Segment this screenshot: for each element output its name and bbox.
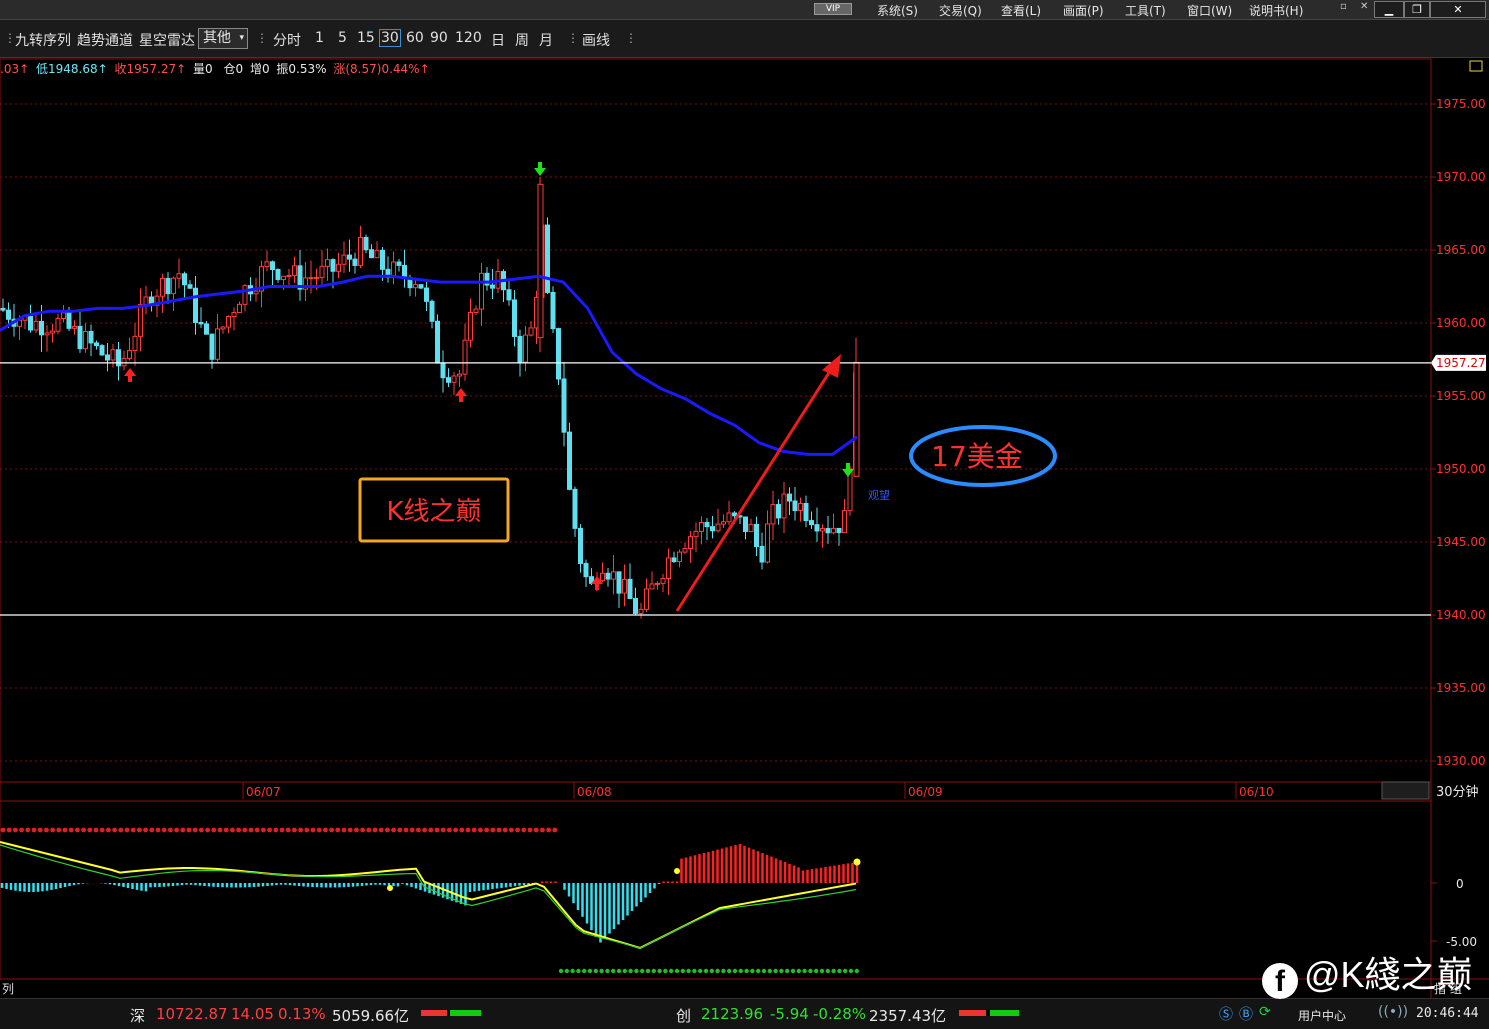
watermark: f @K綫之巅	[1262, 946, 1473, 999]
axis-toggle-icon[interactable]	[1469, 60, 1483, 72]
oval-text: 17美金	[931, 440, 1023, 473]
date-label: 06/09	[908, 785, 943, 799]
period-label: 30分钟	[1436, 784, 1479, 800]
signal-icon: ((•))	[1378, 1004, 1409, 1020]
macd-signal-dot	[853, 858, 861, 866]
date-scrollbar[interactable]	[1381, 781, 1430, 800]
date-label: 06/10	[1239, 785, 1274, 799]
shen-pct: 0.13%	[278, 1005, 326, 1023]
market-s-icon[interactable]: Ⓢ	[1219, 1004, 1233, 1024]
market-b-icon[interactable]: Ⓑ	[1239, 1004, 1253, 1024]
shen-value: 10722.87	[156, 1005, 228, 1023]
price-tick-label: 1965.00	[1436, 243, 1486, 257]
price-tick-label: 1975.00	[1436, 97, 1486, 111]
price-tick-label: 1955.00	[1436, 389, 1486, 403]
shen-label: 深	[130, 1007, 146, 1025]
chuang-ratio-bar	[959, 1010, 1019, 1016]
kline-chart[interactable]: 1975.00 1970.00 1965.00 1960.00 1955.00 1950.…	[0, 0, 1489, 998]
shen-amount: 5059.66亿	[332, 1007, 410, 1025]
shen-ratio-bar	[421, 1010, 481, 1016]
chuang-change: -5.94	[770, 1005, 809, 1023]
date-label: 06/07	[246, 785, 281, 799]
status-bar: 深 10722.87 14.05 0.13% 5059.66亿 创 2123.9…	[0, 998, 1489, 1029]
ma-line	[0, 274, 858, 456]
chuang-amount: 2357.43亿	[869, 1007, 947, 1025]
date-axis	[0, 781, 1432, 802]
candlesticks	[0, 177, 860, 619]
price-tick-label: 1940.00	[1436, 608, 1486, 622]
trend-arrow-annotation	[675, 354, 841, 612]
current-price-tag: 1957.27	[1431, 354, 1486, 371]
signal-text: 观望	[868, 489, 890, 502]
brand-box-text: K线之巅	[386, 497, 481, 527]
macd-histogram	[0, 844, 859, 943]
macd-panel	[0, 800, 1432, 980]
macd-zero-label: 0	[1456, 877, 1464, 891]
price-tick-label: 1960.00	[1436, 316, 1486, 330]
sell-arrow-icon	[534, 162, 546, 176]
date-label: 06/08	[577, 785, 612, 799]
current-price-label: 1957.27	[1436, 356, 1486, 370]
left-tab-stub[interactable]: 列	[2, 982, 14, 996]
chuang-label: 创	[676, 1007, 692, 1025]
chuang-value: 2123.96	[701, 1005, 764, 1023]
buy-arrow-icon	[124, 368, 136, 382]
main-chart-frame	[0, 58, 1432, 783]
price-tick-label: 1950.00	[1436, 462, 1486, 476]
user-center-link[interactable]: 用户中心	[1298, 1007, 1346, 1024]
price-tick-label: 1945.00	[1436, 535, 1486, 549]
watermark-text: @K綫之巅	[1304, 954, 1473, 995]
refresh-icon[interactable]: ⟳	[1259, 1004, 1271, 1020]
price-grid	[0, 103, 1431, 762]
price-tick-label: 1930.00	[1436, 754, 1486, 768]
facebook-icon: f	[1262, 963, 1298, 999]
clock: 20:46:44	[1416, 1006, 1479, 1021]
price-axis: 1975.00 1970.00 1965.00 1960.00 1955.00 1950.…	[1431, 97, 1486, 768]
shen-change: 14.05	[231, 1005, 274, 1023]
chuang-pct: -0.28%	[813, 1005, 867, 1023]
price-tick-label: 1935.00	[1436, 681, 1486, 695]
buy-arrow-icon	[455, 388, 467, 402]
price-tick-label: 1970.00	[1436, 170, 1486, 184]
